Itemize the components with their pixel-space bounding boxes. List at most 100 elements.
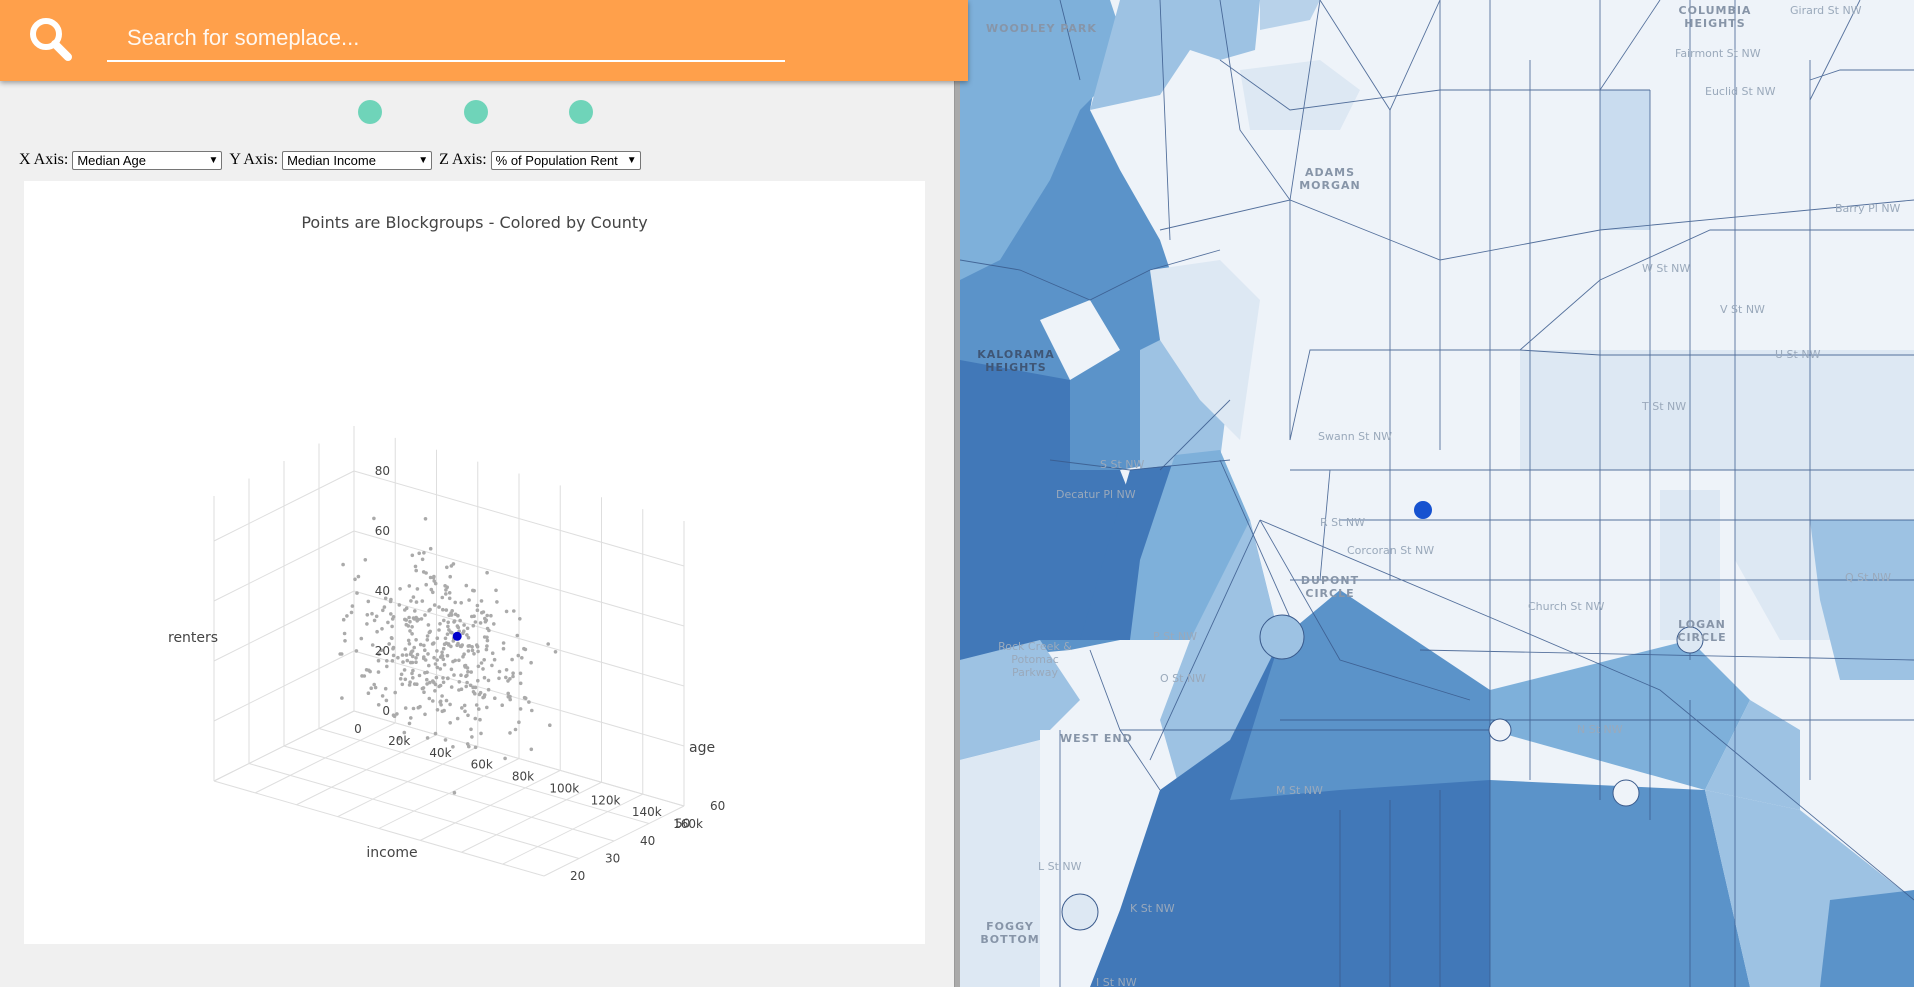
street-label: M St NW (1276, 784, 1323, 797)
nav-dot-1[interactable] (358, 100, 382, 124)
data-point (414, 660, 418, 664)
data-point (466, 713, 470, 718)
data-point (452, 790, 457, 795)
data-point (473, 716, 478, 721)
search-input[interactable] (107, 16, 785, 62)
data-point (407, 683, 412, 687)
data-point (406, 638, 411, 643)
income-tick-label: 60k (471, 758, 493, 772)
blockgroup-polygon[interactable] (960, 740, 1040, 987)
data-point (428, 575, 433, 580)
highlighted-data-point[interactable] (452, 631, 462, 641)
data-point (432, 655, 436, 660)
data-point (479, 599, 484, 603)
data-point (438, 683, 443, 688)
data-point (413, 564, 418, 569)
scatter-3d-canvas[interactable]: 020k40k60k80k100k120k140k160k20304050600… (24, 181, 925, 944)
income-tick-label: 20k (388, 734, 410, 748)
data-point (485, 705, 489, 710)
x-axis-label: X Axis: (19, 151, 69, 168)
data-point (382, 605, 387, 609)
data-point (438, 667, 443, 671)
y-axis-select[interactable]: Median Income ▼ (282, 150, 433, 170)
data-point (383, 686, 388, 691)
data-point (413, 609, 417, 613)
data-point (435, 649, 439, 653)
data-point (484, 647, 489, 652)
data-point (423, 658, 428, 662)
renters-tick-label: 0 (382, 704, 390, 718)
data-point (448, 702, 452, 707)
data-point (434, 675, 439, 680)
data-point (511, 671, 515, 675)
data-point (477, 707, 481, 711)
data-point (476, 649, 480, 654)
blockgroup-polygon[interactable] (1600, 90, 1650, 230)
data-point (443, 738, 448, 742)
street-label: Rock Creek & Potomac Parkway (998, 640, 1072, 679)
data-point (440, 650, 444, 655)
search-icon[interactable] (26, 14, 76, 64)
data-point (504, 609, 509, 614)
data-point (407, 615, 411, 620)
x-axis-select[interactable]: Median Age ▼ (72, 150, 223, 170)
data-point (341, 617, 346, 622)
blockgroup-polygon[interactable] (1820, 890, 1914, 987)
data-point (462, 703, 467, 708)
data-point (389, 597, 393, 602)
data-point (360, 674, 364, 678)
gridline-age-floor (318, 728, 650, 824)
income-tick-label: 120k (591, 793, 621, 807)
data-point (415, 682, 419, 686)
nav-dot-2[interactable] (464, 100, 488, 124)
data-point (485, 570, 489, 575)
data-point (485, 635, 489, 640)
data-point (453, 600, 458, 605)
blockgroup-polygon[interactable] (1520, 350, 1914, 470)
income-tick-label: 140k (632, 805, 662, 819)
data-point (412, 645, 417, 650)
data-point (372, 618, 377, 623)
data-point (449, 667, 454, 672)
data-point (390, 659, 395, 663)
z-axis-select[interactable]: % of Population Rent ▼ (490, 150, 641, 170)
data-point (444, 592, 448, 596)
data-point (506, 691, 511, 696)
data-point (359, 636, 364, 641)
data-point (400, 653, 405, 657)
renters-tick-label: 40 (375, 584, 390, 598)
data-point (341, 562, 345, 567)
nav-dot-3[interactable] (569, 100, 593, 124)
data-point (448, 630, 453, 634)
street-label: V St NW (1720, 303, 1765, 316)
data-point (345, 614, 349, 618)
age-tick-label: 20 (570, 869, 585, 883)
data-point (446, 676, 450, 681)
data-point (391, 615, 396, 619)
data-point (492, 657, 497, 662)
data-point (449, 685, 454, 689)
data-point (517, 720, 521, 724)
data-point (495, 600, 499, 604)
street-label: Corcoran St NW (1347, 544, 1435, 557)
data-point (354, 649, 359, 653)
scatter-plot[interactable]: Points are Blockgroups - Colored by Coun… (24, 181, 925, 944)
data-point (433, 689, 437, 693)
y-axis-value: Median Income (287, 152, 376, 168)
data-point (482, 675, 487, 680)
data-point (443, 636, 448, 641)
data-point (432, 603, 437, 607)
data-point (422, 551, 426, 555)
data-point (529, 747, 534, 752)
data-point (375, 629, 379, 634)
data-point (464, 583, 469, 588)
data-point (435, 658, 440, 662)
map-view[interactable]: WOODLEY PARK COLUMBIA HEIGHTS ADAMS MORG… (960, 0, 1914, 987)
renters-tick-label: 60 (375, 524, 390, 538)
data-point (508, 731, 512, 735)
selected-blockgroup-marker[interactable] (1414, 501, 1432, 519)
data-point (403, 677, 408, 682)
street-label: Girard St NW (1790, 4, 1862, 17)
data-point (363, 558, 368, 562)
data-point (428, 546, 433, 551)
